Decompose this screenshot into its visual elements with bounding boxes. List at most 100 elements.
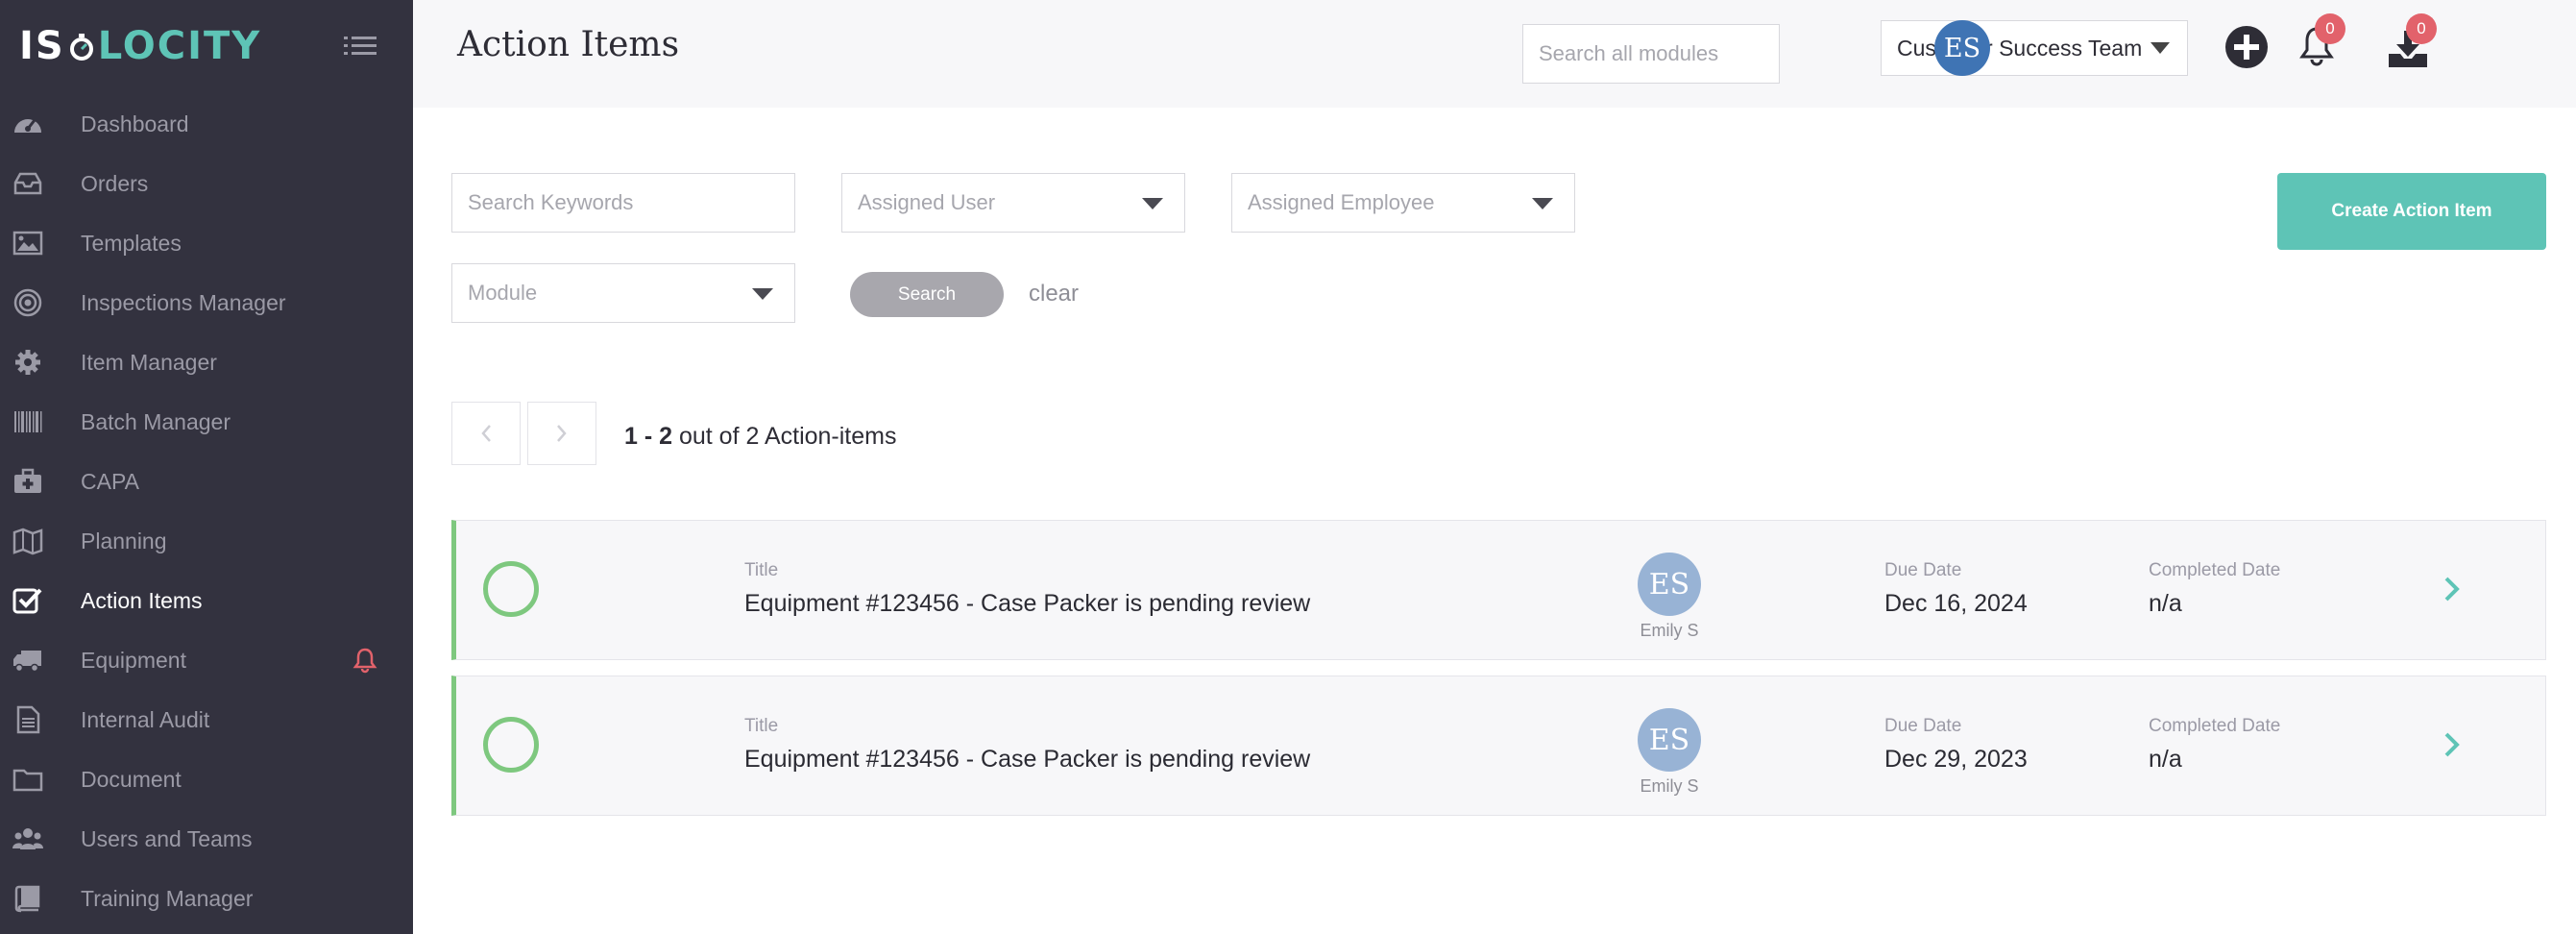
sidebar-item-label: Users and Teams: [81, 825, 253, 851]
sidebar-item-label: Inspections Manager: [81, 289, 286, 315]
sidebar-item-label: CAPA: [81, 468, 139, 494]
status-circle-icon[interactable]: [483, 561, 539, 617]
create-action-item-button[interactable]: Create Action Item: [2277, 173, 2546, 250]
chevron-left-icon: [481, 425, 491, 442]
sidebar-item-label: Training Manager: [81, 885, 254, 911]
title-column-label: Title: [744, 560, 779, 580]
sidebar-item-training-manager[interactable]: Training Manager: [0, 869, 413, 928]
sidebar-item-label: Planning: [81, 528, 167, 553]
sidebar-item-label: Item Manager: [81, 349, 217, 375]
sidebar-item-capa[interactable]: CAPA: [0, 452, 413, 511]
sidebar-item-document[interactable]: Document: [0, 750, 413, 809]
sidebar-item-label: Orders: [81, 170, 149, 196]
target-icon: [12, 288, 44, 317]
global-search-input[interactable]: [1522, 24, 1780, 84]
module-placeholder: Module: [468, 281, 538, 305]
book-icon: [12, 884, 44, 913]
pagination-range: 1 - 2: [624, 423, 673, 450]
chevron-down-icon: [1532, 198, 1553, 209]
sidebar-item-label: Dashboard: [81, 111, 189, 136]
equipment-alert-bell-icon[interactable]: [352, 647, 378, 674]
action-item-row[interactable]: Title Equipment #123456 - Case Packer is…: [451, 676, 2546, 816]
sidebar-item-action-items[interactable]: Action Items: [0, 571, 413, 630]
sidebar-item-label: Batch Manager: [81, 408, 231, 434]
completed-date-value: n/a: [2149, 590, 2182, 617]
logo-text-right: LOCITY: [97, 24, 262, 68]
search-button[interactable]: Search: [850, 272, 1004, 317]
sidebar-item-templates[interactable]: Templates: [0, 213, 413, 273]
downloads-button[interactable]: 0: [2387, 13, 2441, 71]
sidebar-item-label: Document: [81, 766, 182, 792]
checked-box-icon: [12, 586, 44, 615]
chevron-right-icon[interactable]: [2442, 730, 2462, 759]
pagination-summary: 1 - 2 out of 2 Action-items: [624, 423, 896, 451]
due-date-label: Due Date: [1884, 716, 1962, 736]
sidebar-item-orders[interactable]: Orders: [0, 154, 413, 213]
truck-icon: [12, 646, 44, 675]
assignee-avatar: ES: [1638, 708, 1701, 772]
assigned-user-select[interactable]: Assigned User: [841, 173, 1185, 233]
search-keywords-input[interactable]: [452, 174, 794, 232]
due-date-value: Dec 16, 2024: [1884, 590, 2028, 617]
next-page-button[interactable]: [527, 402, 596, 465]
completed-date-label: Completed Date: [2149, 716, 2281, 736]
add-circle-icon[interactable]: [2224, 25, 2269, 69]
assigned-employee-placeholder: Assigned Employee: [1248, 190, 1435, 214]
users-icon: [12, 824, 44, 853]
title-column-label: Title: [744, 716, 779, 736]
previous-page-button[interactable]: [451, 402, 521, 465]
team-select[interactable]: Customer Success Team: [1881, 20, 2188, 76]
completed-date-label: Completed Date: [2149, 560, 2281, 580]
sidebar-item-planning[interactable]: Planning: [0, 511, 413, 571]
sidebar-item-label: Equipment: [81, 647, 186, 673]
page-title: Action Items: [457, 25, 680, 64]
sidebar-item-label: Action Items: [81, 587, 203, 613]
due-date-label: Due Date: [1884, 560, 1962, 580]
dashboard-gauge-icon: [12, 110, 44, 138]
completed-date-value: n/a: [2149, 746, 2182, 773]
status-circle-icon[interactable]: [483, 717, 539, 773]
sidebar-item-item-manager[interactable]: Item Manager: [0, 332, 413, 392]
barcode-icon: [12, 407, 44, 436]
sidebar-item-inspections-manager[interactable]: Inspections Manager: [0, 273, 413, 332]
sidebar-item-internal-audit[interactable]: Internal Audit: [0, 690, 413, 750]
pagination-suffix: out of 2 Action-items: [672, 423, 897, 450]
action-item-row[interactable]: Title Equipment #123456 - Case Packer is…: [451, 520, 2546, 660]
module-select[interactable]: Module: [451, 263, 795, 323]
chevron-down-icon: [752, 288, 773, 300]
downloads-count-badge: 0: [2406, 13, 2437, 44]
assigned-employee-select[interactable]: Assigned Employee: [1231, 173, 1575, 233]
notifications-count-badge: 0: [2315, 13, 2345, 44]
gear-icon: [12, 348, 44, 377]
stopwatch-logo-icon: [69, 34, 93, 61]
sidebar-item-dashboard[interactable]: Dashboard: [0, 94, 413, 154]
folder-icon: [12, 765, 44, 794]
assignee-name: Emily S: [1640, 621, 1699, 640]
assignee-name: Emily S: [1640, 776, 1699, 796]
user-avatar[interactable]: ES: [1934, 20, 1990, 76]
sidebar: IS LOCITY Dashboard Orders Templates Ins…: [0, 0, 413, 934]
notifications-button[interactable]: 0: [2297, 13, 2345, 71]
chevron-right-icon[interactable]: [2442, 575, 2462, 603]
logo[interactable]: IS LOCITY: [19, 19, 261, 73]
clear-filters-link[interactable]: clear: [1029, 281, 1079, 307]
assignee-avatar: ES: [1638, 553, 1701, 616]
sidebar-item-label: Templates: [81, 230, 182, 256]
logo-text-left: IS: [19, 24, 65, 68]
sidebar-item-batch-manager[interactable]: Batch Manager: [0, 392, 413, 452]
action-item-title: Equipment #123456 - Case Packer is pendi…: [744, 746, 1311, 773]
keywords-field: [451, 173, 795, 233]
chevron-down-icon: [1142, 198, 1163, 209]
image-icon: [12, 229, 44, 258]
sidebar-nav: Dashboard Orders Templates Inspections M…: [0, 94, 413, 928]
chevron-down-icon: [2151, 42, 2170, 54]
sidebar-item-users-and-teams[interactable]: Users and Teams: [0, 809, 413, 869]
chevron-right-icon: [557, 425, 567, 442]
menu-toggle-icon[interactable]: [344, 33, 378, 60]
due-date-value: Dec 29, 2023: [1884, 746, 2028, 773]
document-text-icon: [12, 705, 44, 734]
inbox-tray-icon: [12, 169, 44, 198]
sidebar-item-equipment[interactable]: Equipment: [0, 630, 413, 690]
map-icon: [12, 527, 44, 555]
medical-kit-icon: [12, 467, 44, 496]
